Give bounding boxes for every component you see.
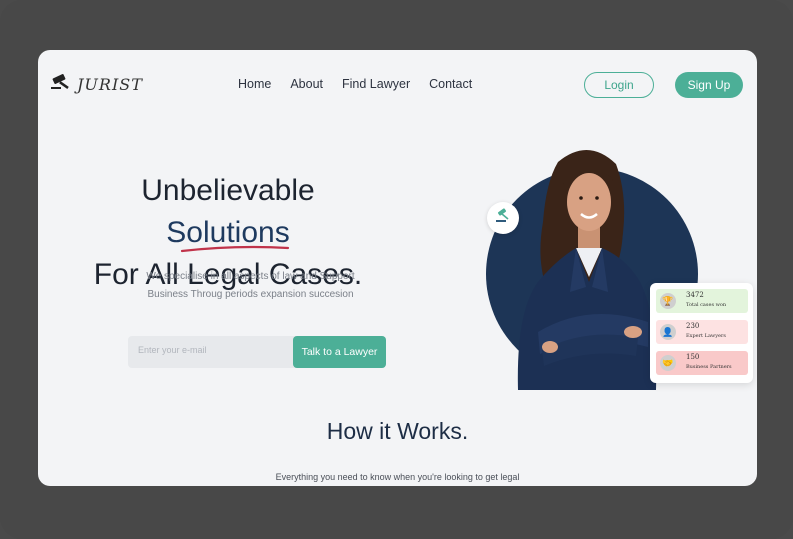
brand-logo[interactable]: JURIST — [50, 74, 143, 95]
lawyer-photo — [517, 149, 657, 390]
stats-card: 🏆 3472 Total cases won 👤 230 Expert Lawy… — [650, 283, 753, 383]
email-signup-form: Talk to a Lawyer — [128, 336, 386, 368]
how-it-works-subtitle: Everything you need to know when you're … — [275, 472, 520, 482]
email-input[interactable] — [136, 344, 285, 356]
talk-to-lawyer-button[interactable]: Talk to a Lawyer — [293, 336, 386, 368]
device-frame: JURIST Home About Find Lawyer Contact Lo… — [0, 0, 793, 539]
title-underline — [180, 245, 290, 253]
handshake-icon: 🤝 — [660, 355, 676, 371]
hero-title-part1: Unbelievable — [141, 174, 315, 207]
stat-label: Total cases won — [686, 302, 727, 308]
how-it-works-title: How it Works. — [326, 418, 469, 444]
trophy-icon: 🏆 — [660, 293, 676, 309]
stat-cases-won: 🏆 3472 Total cases won — [656, 289, 748, 313]
brand-name: JURIST — [77, 75, 143, 94]
signup-button[interactable]: Sign Up — [675, 72, 743, 98]
nav-about[interactable]: About — [290, 77, 323, 91]
landing-page: JURIST Home About Find Lawyer Contact Lo… — [38, 50, 757, 486]
nav-home[interactable]: Home — [238, 77, 271, 91]
stat-value: 3472 — [686, 291, 704, 299]
stat-business-partners: 🤝 150 Business Partners — [656, 351, 748, 375]
nav-find-lawyer[interactable]: Find Lawyer — [342, 77, 410, 91]
stat-value: 150 — [686, 353, 700, 361]
hero-subtitle: We specialise in all aspects of law and … — [146, 271, 355, 300]
stat-expert-lawyers: 👤 230 Expert Lawyers — [656, 320, 748, 344]
lawyer-icon: 👤 — [660, 324, 676, 340]
stat-label: Business Partners — [686, 364, 732, 370]
nav-contact[interactable]: Contact — [429, 77, 472, 91]
main-nav: Home About Find Lawyer Contact — [238, 77, 472, 91]
login-button[interactable]: Login — [584, 72, 654, 98]
gavel-icon — [50, 74, 72, 95]
stat-label: Expert Lawyers — [686, 333, 726, 339]
gavel-icon — [494, 207, 512, 229]
gavel-badge — [487, 202, 519, 234]
stat-value: 230 — [686, 322, 700, 330]
